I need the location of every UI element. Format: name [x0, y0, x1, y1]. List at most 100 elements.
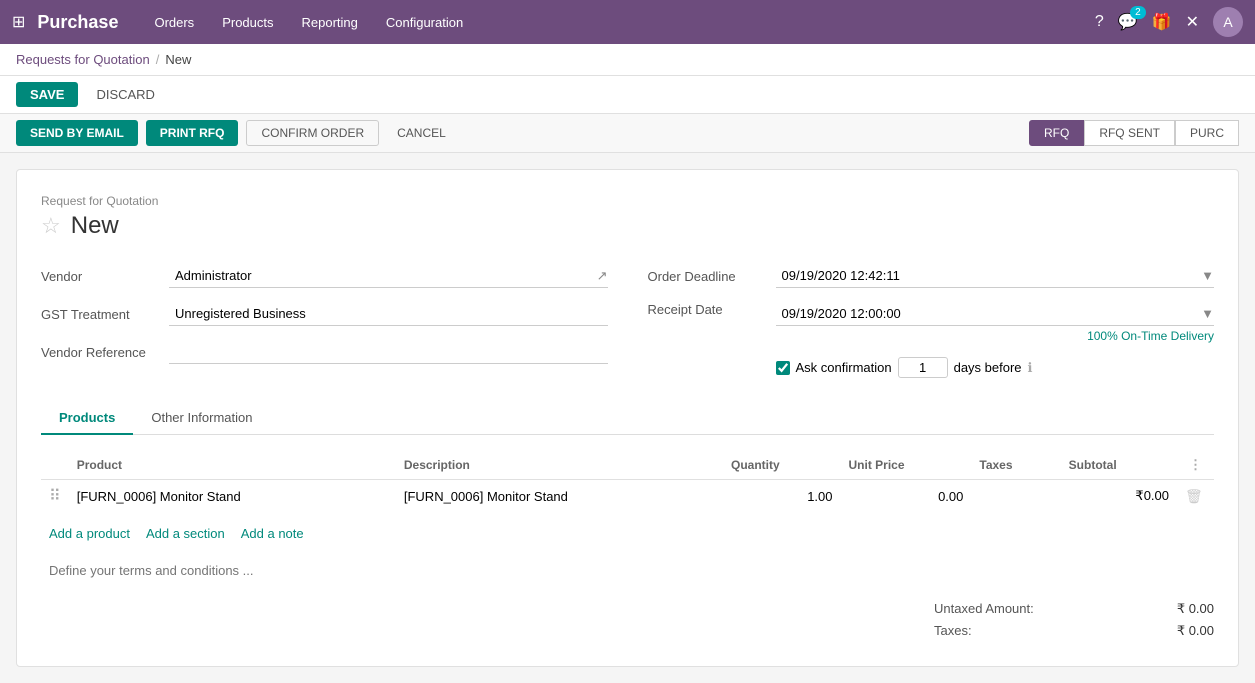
summary-section: Untaxed Amount: ₹ 0.00 Taxes: ₹ 0.00: [41, 598, 1214, 642]
vendor-label: Vendor: [41, 269, 161, 284]
vendor-input-wrapper: ↗: [169, 264, 608, 288]
receipt-date-input-wrapper: ▼: [776, 302, 1215, 326]
ask-confirmation-row: Ask confirmation days before ℹ: [776, 357, 1215, 378]
status-tab-rfq[interactable]: RFQ: [1029, 120, 1084, 146]
vendor-ref-input[interactable]: [169, 340, 608, 364]
tab-products[interactable]: Products: [41, 402, 133, 435]
nav-orders[interactable]: Orders: [142, 9, 206, 36]
form-column-left: Vendor ↗ GST Treatment Unregistered Busi…: [41, 264, 608, 378]
receipt-date-group: Receipt Date ▼ 100% On-Time Delivery: [648, 302, 1215, 343]
vendor-ref-label: Vendor Reference: [41, 345, 161, 360]
ask-confirmation-checkbox[interactable]: [776, 361, 790, 375]
taxes-label: Taxes:: [934, 623, 972, 639]
close-icon[interactable]: ✕: [1186, 12, 1199, 32]
column-menu-icon[interactable]: ⋮: [1185, 457, 1206, 472]
order-deadline-calendar-icon[interactable]: ▼: [1201, 268, 1214, 283]
status-tab-purchase[interactable]: PURC: [1175, 120, 1239, 146]
cell-taxes[interactable]: [971, 480, 1060, 513]
ask-confirmation-label: Ask confirmation: [796, 360, 892, 375]
terms-input[interactable]: [41, 555, 1214, 586]
summary-untaxed-row: Untaxed Amount: ₹ 0.00: [934, 598, 1214, 620]
cell-product[interactable]: [FURN_0006] Monitor Stand: [69, 480, 396, 513]
breadcrumb-current: New: [165, 52, 191, 67]
col-handle: [41, 451, 69, 480]
user-avatar[interactable]: A: [1213, 7, 1243, 37]
nav-reporting[interactable]: Reporting: [290, 9, 370, 36]
order-deadline-input-wrapper: ▼: [776, 264, 1215, 288]
untaxed-amount-label: Untaxed Amount:: [934, 601, 1034, 617]
grid-icon[interactable]: ⊞: [12, 12, 25, 32]
favorite-icon[interactable]: ☆: [41, 213, 61, 239]
vendor-group: Vendor ↗: [41, 264, 608, 288]
gst-group: GST Treatment Unregistered Business: [41, 302, 608, 326]
cell-subtotal: ₹0.00: [1061, 480, 1177, 513]
help-icon[interactable]: ?: [1095, 13, 1104, 31]
app-brand: Purchase: [37, 12, 118, 33]
form-card: Request for Quotation ☆ New Vendor ↗ GST…: [16, 169, 1239, 667]
col-subtotal-header: Subtotal: [1061, 451, 1177, 480]
secondary-bar: SEND BY EMAIL PRINT RFQ CONFIRM ORDER CA…: [0, 114, 1255, 153]
order-deadline-input[interactable]: [776, 264, 1198, 287]
cell-quantity[interactable]: 1.00: [723, 480, 841, 513]
col-menu-header[interactable]: ⋮: [1177, 451, 1214, 480]
navbar-actions: ? 💬 2 🎁 ✕ A: [1095, 7, 1243, 37]
col-unit-price-header: Unit Price: [841, 451, 972, 480]
form-column-right: Order Deadline ▼ Receipt Date ▼: [648, 264, 1215, 378]
col-quantity-header: Quantity: [723, 451, 841, 480]
cell-unit-price[interactable]: 0.00: [841, 480, 972, 513]
vendor-ref-group: Vendor Reference: [41, 340, 608, 364]
receipt-date-input[interactable]: [776, 302, 1198, 325]
form-title-row: ☆ New: [41, 212, 1214, 240]
form-fields: Vendor ↗ GST Treatment Unregistered Busi…: [41, 264, 1214, 378]
drag-handle-icon[interactable]: ⠿: [49, 488, 61, 505]
nav-configuration[interactable]: Configuration: [374, 9, 475, 36]
send-by-email-button[interactable]: SEND BY EMAIL: [16, 120, 138, 146]
delivery-link[interactable]: 100% On-Time Delivery: [1087, 329, 1214, 343]
status-tabs: RFQ RFQ SENT PURC: [1029, 120, 1239, 146]
add-section-link[interactable]: Add a section: [146, 526, 225, 541]
order-deadline-group: Order Deadline ▼: [648, 264, 1215, 288]
gift-icon[interactable]: 🎁: [1152, 12, 1172, 32]
add-links: Add a product Add a section Add a note: [41, 520, 1214, 547]
navbar-menu: Orders Products Reporting Configuration: [142, 9, 1094, 36]
delete-row-icon[interactable]: 🗑: [1185, 488, 1203, 504]
col-product-header: Product: [69, 451, 396, 480]
gst-select[interactable]: Unregistered Business: [169, 302, 608, 326]
tab-other-information[interactable]: Other Information: [133, 402, 270, 435]
col-taxes-header: Taxes: [971, 451, 1060, 480]
receipt-date-label: Receipt Date: [648, 302, 768, 317]
summary-table: Untaxed Amount: ₹ 0.00 Taxes: ₹ 0.00: [934, 598, 1214, 642]
discard-button[interactable]: DISCARD: [86, 82, 165, 107]
form-heading: New: [71, 212, 119, 240]
cell-description[interactable]: [FURN_0006] Monitor Stand: [396, 480, 723, 513]
confirm-order-button[interactable]: CONFIRM ORDER: [246, 120, 379, 146]
receipt-date-dropdown-icon[interactable]: ▼: [1201, 306, 1214, 321]
save-button[interactable]: SAVE: [16, 82, 78, 107]
table-row: ⠿ [FURN_0006] Monitor Stand [FURN_0006] …: [41, 480, 1214, 513]
notification-badge: 2: [1130, 6, 1146, 19]
col-description-header: Description: [396, 451, 723, 480]
vendor-external-link-icon[interactable]: ↗: [597, 268, 608, 284]
summary-taxes-row: Taxes: ₹ 0.00: [934, 620, 1214, 642]
gst-label: GST Treatment: [41, 307, 161, 322]
action-bar: SAVE DISCARD: [0, 76, 1255, 114]
main-content: Request for Quotation ☆ New Vendor ↗ GST…: [0, 153, 1255, 683]
nav-products[interactable]: Products: [210, 9, 285, 36]
add-note-link[interactable]: Add a note: [241, 526, 304, 541]
tab-bar: Products Other Information: [41, 402, 1214, 435]
chat-icon[interactable]: 💬 2: [1118, 12, 1138, 32]
status-tab-rfq-sent[interactable]: RFQ SENT: [1084, 120, 1175, 146]
breadcrumb-parent[interactable]: Requests for Quotation: [16, 52, 150, 67]
info-icon[interactable]: ℹ: [1028, 360, 1033, 376]
form-subtitle: Request for Quotation: [41, 194, 1214, 208]
confirmation-days-input[interactable]: [898, 357, 948, 378]
cancel-button[interactable]: CANCEL: [387, 121, 456, 145]
navbar: ⊞ Purchase Orders Products Reporting Con…: [0, 0, 1255, 44]
days-before-label: days before: [954, 360, 1022, 375]
untaxed-amount-value: ₹ 0.00: [1177, 601, 1214, 617]
order-deadline-label: Order Deadline: [648, 269, 768, 284]
vendor-input[interactable]: [169, 264, 593, 287]
print-rfq-button[interactable]: PRINT RFQ: [146, 120, 239, 146]
breadcrumb: Requests for Quotation / New: [0, 44, 1255, 76]
add-product-link[interactable]: Add a product: [49, 526, 130, 541]
